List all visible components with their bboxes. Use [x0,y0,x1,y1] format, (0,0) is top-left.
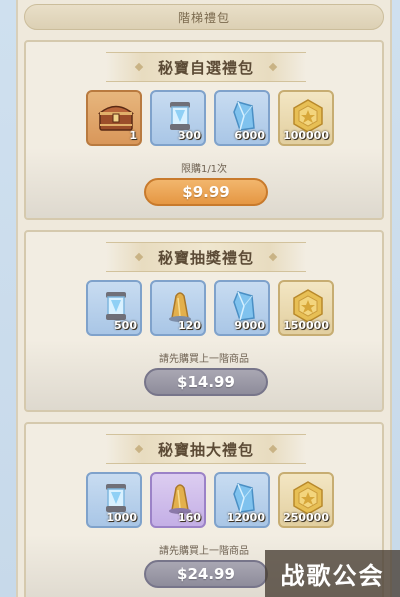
item-quantity: 100000 [283,129,329,142]
pack-items: 500 120 9000 150000 [86,280,334,336]
purchase-limit-note: 限購1/1次 [180,164,228,175]
item-slot[interactable]: 6000 [214,90,270,146]
buy-button[interactable]: $14.99 [144,368,268,396]
purchase-requirement-note: 請先購買上一階商品 [159,354,249,365]
item-quantity: 160 [178,511,201,524]
item-quantity: 120 [178,319,201,332]
buy-button[interactable]: $24.99 [144,560,268,588]
pack-card-1: 秘寶自選禮包 1 300 6000 100000 限購1/1次 $9.99 [24,40,384,220]
pack-card-2: 秘寶抽獎禮包 500 120 9000 150000 請先購買上一階商品 $14… [24,230,384,412]
pack-header: 秘寶抽獎禮包 [106,242,306,272]
item-quantity: 6000 [234,129,265,142]
item-quantity: 150000 [283,319,329,332]
item-slot[interactable]: 1000 [86,472,142,528]
item-slot[interactable]: 12000 [214,472,270,528]
buy-button[interactable]: $9.99 [144,178,268,206]
item-slot[interactable]: 1 [86,90,142,146]
item-slot[interactable]: 120 [150,280,206,336]
page-title-bar: 階梯禮包 [24,4,384,30]
item-slot[interactable]: 100000 [278,90,334,146]
item-quantity: 300 [178,129,201,142]
watermark: 战歌公会 [265,550,400,597]
screen-frame: 階梯禮包 秘寶自選禮包 1 300 6000 100000 限購1/1次 $9.… [0,0,400,597]
item-slot[interactable]: 150000 [278,280,334,336]
item-quantity: 1000 [106,511,137,524]
pack-header: 秘寶自選禮包 [106,52,306,82]
item-slot[interactable]: 500 [86,280,142,336]
item-quantity: 9000 [234,319,265,332]
item-quantity: 500 [114,319,137,332]
pack-title: 秘寶自選禮包 [157,58,254,77]
item-quantity: 1 [129,129,137,142]
item-slot[interactable]: 160 [150,472,206,528]
item-slot[interactable]: 9000 [214,280,270,336]
pack-items: 1 300 6000 100000 [86,90,334,146]
pack-title: 秘寶抽獎禮包 [157,248,254,267]
item-quantity: 12000 [226,511,265,524]
page-title: 階梯禮包 [177,10,230,25]
item-slot[interactable]: 300 [150,90,206,146]
pack-title: 秘寶抽大禮包 [157,440,254,459]
pack-items: 1000 160 12000 250000 [86,472,334,528]
watermark-text: 战歌公会 [280,562,385,590]
item-quantity: 250000 [283,511,329,524]
pack-header: 秘寶抽大禮包 [106,434,306,464]
item-slot[interactable]: 250000 [278,472,334,528]
